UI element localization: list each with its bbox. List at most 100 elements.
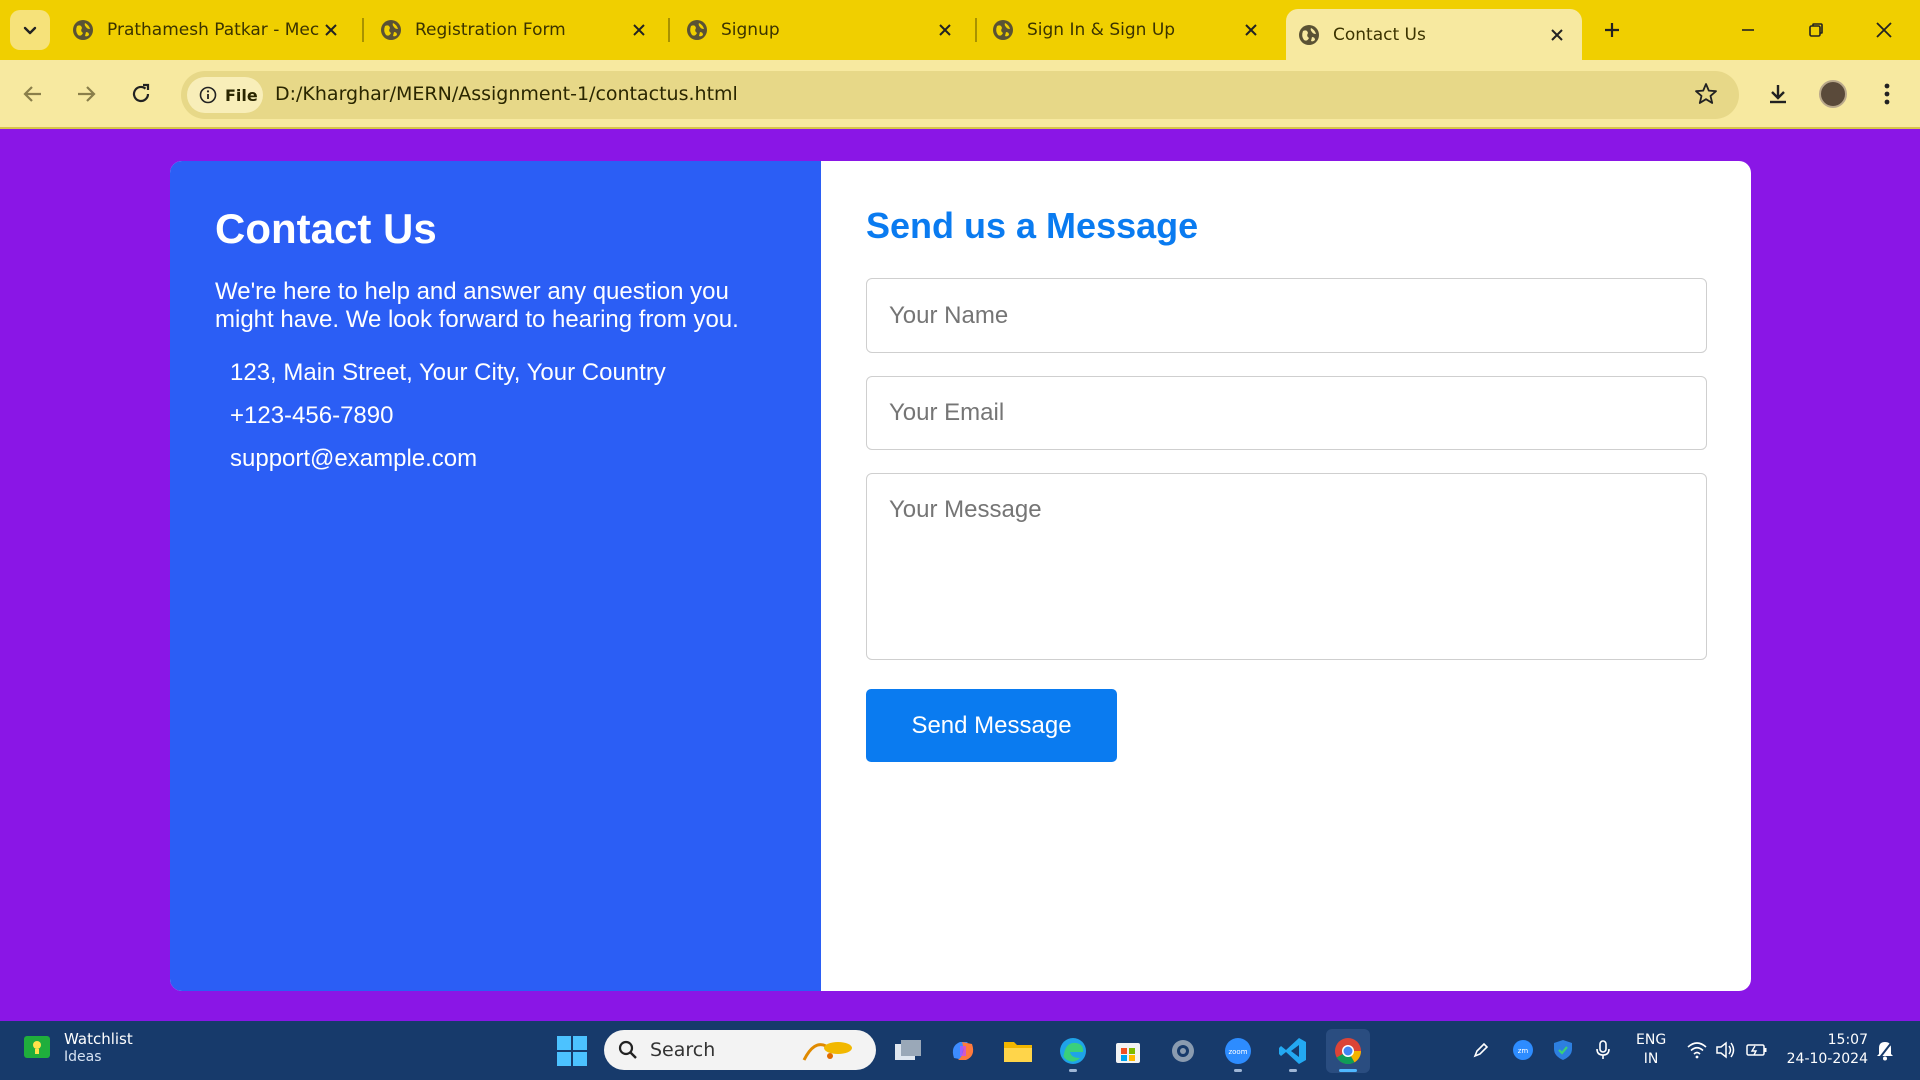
avatar (1819, 80, 1847, 108)
volume-icon (1716, 1041, 1735, 1059)
menu-button[interactable] (1867, 74, 1907, 114)
contact-info-panel: Contact Us We're here to help and answer… (170, 161, 821, 991)
message-textarea[interactable] (866, 473, 1707, 660)
chrome-button[interactable] (1326, 1029, 1370, 1073)
taskbar-search[interactable]: Search (604, 1030, 876, 1070)
back-button[interactable] (13, 74, 53, 114)
edge-icon (1060, 1038, 1086, 1064)
svg-text:zoom: zoom (1228, 1048, 1247, 1056)
contact-phone: +123-456-7890 (230, 402, 394, 429)
contact-description: We're here to help and answer any questi… (215, 278, 739, 333)
start-button[interactable] (557, 1036, 587, 1066)
minimize-icon (1742, 29, 1754, 31)
url-text[interactable]: D:/Kharghar/MERN/Assignment-1/contactus.… (275, 83, 738, 105)
wifi-icon (1687, 1042, 1707, 1059)
svg-text:zm: zm (1518, 1047, 1529, 1055)
tab-title: Sign In & Sign Up (1027, 20, 1176, 40)
tab-prathamesh[interactable]: Prathamesh Patkar - Mecha (60, 9, 356, 51)
globe-icon (1299, 24, 1319, 45)
battery-tray-button[interactable] (1744, 1037, 1770, 1063)
pen-menu-button[interactable] (1468, 1037, 1494, 1063)
new-tab-button[interactable] (1596, 14, 1628, 46)
volume-tray-button[interactable] (1712, 1037, 1738, 1063)
notification-bell-icon (1877, 1041, 1893, 1061)
search-icon (618, 1040, 637, 1059)
windows-logo-icon (557, 1036, 587, 1066)
browser-toolbar: File D:/Kharghar/MERN/Assignment-1/conta… (0, 60, 1920, 129)
copilot-icon (952, 1042, 974, 1060)
input-language[interactable]: ENG IN (1636, 1031, 1666, 1069)
task-view-button[interactable] (886, 1029, 930, 1073)
tab-contact-us[interactable]: Contact Us (1286, 9, 1582, 60)
wifi-tray-button[interactable] (1684, 1037, 1710, 1063)
close-icon[interactable] (1240, 19, 1262, 41)
security-tray-button[interactable] (1550, 1037, 1576, 1063)
restore-button[interactable] (1796, 10, 1836, 50)
running-indicator (1069, 1069, 1077, 1072)
contact-title: Contact Us (215, 205, 437, 252)
copilot-button[interactable] (941, 1029, 985, 1073)
running-indicator (1234, 1069, 1242, 1072)
store-button[interactable] (1106, 1029, 1150, 1073)
vscode-button[interactable] (1271, 1029, 1315, 1073)
date-text: 24-10-2024 (1786, 1051, 1868, 1067)
battery-icon (1746, 1044, 1767, 1056)
tab-registration-form[interactable]: Registration Form (368, 9, 664, 51)
clock[interactable]: 15:07 24-10-2024 (1786, 1031, 1868, 1069)
more-vertical-icon (1884, 83, 1890, 105)
microphone-tray-button[interactable] (1590, 1037, 1616, 1063)
reload-button[interactable] (121, 74, 161, 114)
zoom-icon: zoom (1225, 1038, 1251, 1064)
site-info-chip[interactable]: File (187, 77, 263, 113)
chip-label: File (225, 85, 258, 105)
arrow-left-icon (23, 86, 41, 102)
info-icon (199, 86, 217, 104)
tab-title: Registration Form (415, 20, 566, 40)
globe-icon (381, 20, 401, 40)
reload-icon (132, 83, 150, 103)
minimize-button[interactable] (1728, 10, 1768, 50)
close-icon (1876, 22, 1892, 38)
tab-sign-in-sign-up[interactable]: Sign In & Sign Up (980, 9, 1276, 51)
address-bar[interactable]: File D:/Kharghar/MERN/Assignment-1/conta… (181, 71, 1739, 119)
arrow-right-icon (78, 86, 96, 102)
edge-button[interactable] (1051, 1029, 1095, 1073)
stock-chart-icon (24, 1036, 50, 1058)
close-icon[interactable] (628, 19, 650, 41)
close-icon[interactable] (934, 19, 956, 41)
close-icon[interactable] (1546, 24, 1568, 46)
tab-divider (362, 18, 364, 42)
restore-icon (1809, 23, 1823, 37)
tab-title: Signup (721, 20, 780, 40)
search-label: Search (650, 1039, 716, 1061)
globe-icon (993, 20, 1013, 40)
email-input[interactable] (866, 376, 1707, 450)
tab-signup[interactable]: Signup (674, 9, 970, 51)
settings-button[interactable] (1161, 1029, 1205, 1073)
file-explorer-button[interactable] (996, 1029, 1040, 1073)
widgets-button[interactable]: Watchlist Ideas (24, 1029, 133, 1065)
globe-icon (687, 20, 707, 40)
download-icon (1770, 85, 1786, 104)
contact-card: Contact Us We're here to help and answer… (170, 161, 1751, 991)
tab-search-button[interactable] (10, 10, 50, 50)
zoom-tray-button[interactable]: zm (1510, 1037, 1536, 1063)
running-indicator (1289, 1069, 1297, 1072)
close-window-button[interactable] (1864, 10, 1904, 50)
downloads-button[interactable] (1758, 74, 1798, 114)
tab-title: Contact Us (1333, 24, 1426, 45)
zoom-button[interactable]: zoom (1216, 1029, 1260, 1073)
tab-strip: Prathamesh Patkar - Mecha Registration F… (0, 0, 1920, 60)
tab-divider (975, 18, 977, 42)
notifications-button[interactable] (1872, 1037, 1898, 1063)
send-message-button[interactable]: Send Message (866, 689, 1117, 762)
tab-divider (668, 18, 670, 42)
bookmark-star-icon[interactable] (1693, 81, 1719, 112)
chrome-icon (1335, 1038, 1362, 1065)
forward-button[interactable] (66, 74, 106, 114)
name-input[interactable] (866, 278, 1707, 353)
close-icon[interactable] (320, 19, 342, 41)
running-indicator (1339, 1069, 1357, 1072)
vscode-icon (1279, 1038, 1306, 1064)
profile-button[interactable] (1813, 74, 1853, 114)
